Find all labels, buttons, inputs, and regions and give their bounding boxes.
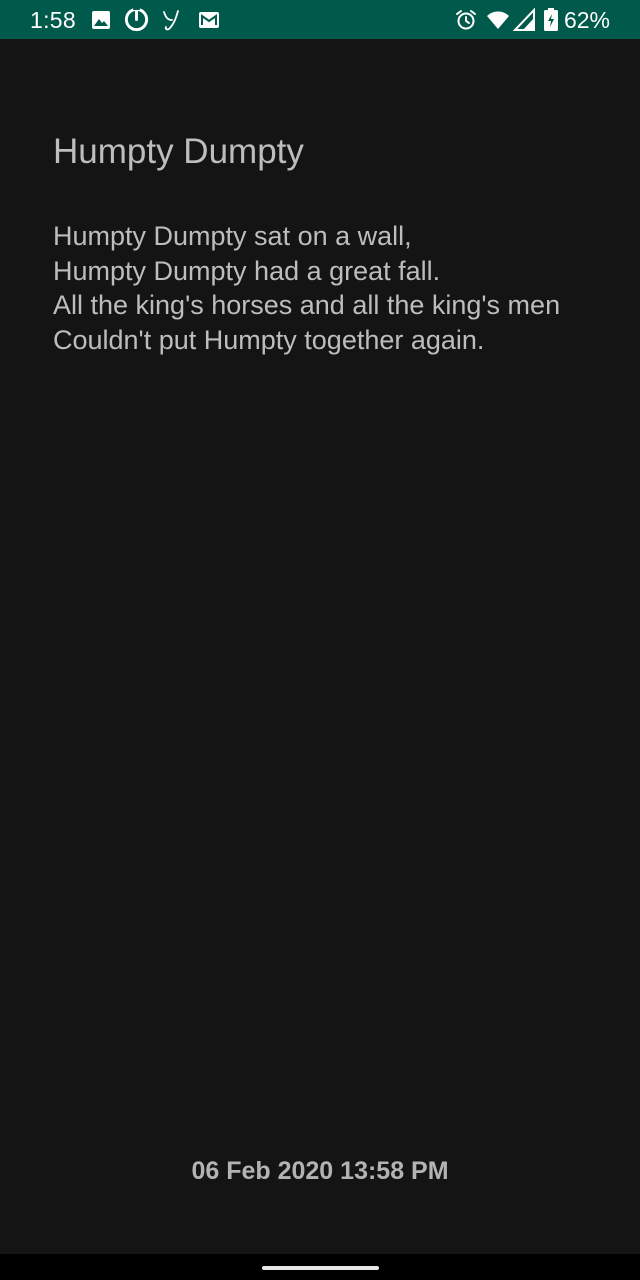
battery-percentage: 62% — [563, 7, 610, 33]
battery-charging-icon — [543, 8, 559, 32]
image-icon — [89, 8, 113, 32]
alarm-icon — [454, 8, 478, 32]
note-date: 06 Feb 2020 13:58 PM — [191, 1157, 449, 1185]
note-body-line: Humpty Dumpty had a great fall. — [53, 255, 441, 286]
navigation-bar — [0, 1254, 640, 1280]
yahoo-y-icon — [160, 8, 184, 32]
status-bar: 1:58 62% — [0, 0, 640, 39]
note-body-line: Humpty Dumpty sat on a wall, — [53, 221, 412, 251]
cell-signal-icon — [513, 8, 537, 32]
note-title: Humpty Dumpty — [53, 132, 304, 171]
note-body: Humpty Dumpty sat on a wall, Humpty Dump… — [53, 219, 573, 357]
note-body-line: All the king's horses and all the king's… — [53, 290, 561, 320]
sync-power-icon — [123, 6, 150, 33]
home-gesture-handle[interactable] — [262, 1266, 379, 1270]
wifi-icon — [485, 8, 511, 32]
note-body-line: Couldn't put Humpty together again. — [53, 324, 485, 355]
status-time: 1:58 — [30, 7, 76, 33]
note-screen: 1:58 62% Humpty Dumpty Humpty Dumpty sat — [0, 0, 640, 1280]
gmail-icon — [197, 8, 221, 32]
